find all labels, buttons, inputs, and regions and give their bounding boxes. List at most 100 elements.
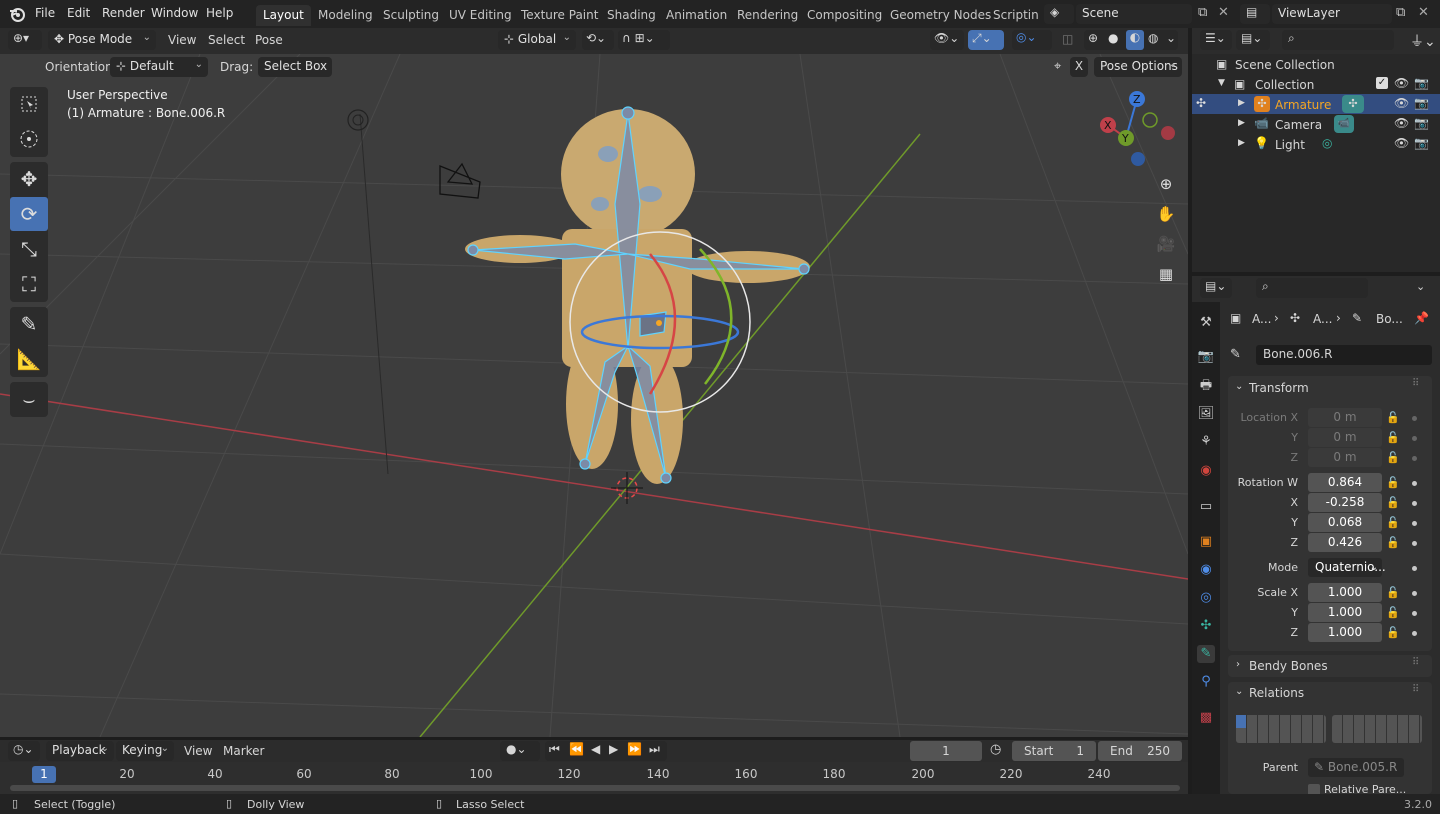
- bone-name-field[interactable]: Bone.006.R: [1256, 345, 1432, 365]
- rotation-z-lock-icon[interactable]: 🔓: [1386, 536, 1400, 549]
- menu-file[interactable]: File: [35, 6, 55, 20]
- bone-tab-icon[interactable]: ✎: [1197, 645, 1215, 663]
- tab-geometry-nodes[interactable]: Geometry Nodes: [883, 5, 998, 26]
- view-layer-selector[interactable]: ▤: [1240, 4, 1270, 24]
- expand-camera-icon[interactable]: ▶: [1238, 118, 1245, 128]
- measure-tool-icon[interactable]: 📐: [10, 342, 48, 376]
- bone-layers-left[interactable]: [1236, 715, 1326, 743]
- menu-render[interactable]: Render: [102, 6, 145, 20]
- rendered-shading-icon[interactable]: ◍: [1148, 31, 1158, 45]
- drag-dropdown[interactable]: Select Box: [258, 57, 332, 77]
- rotation-y-field[interactable]: 0.068: [1308, 513, 1382, 532]
- rotation-z-keyframe-dot[interactable]: [1412, 541, 1417, 546]
- armature-render-camera-icon[interactable]: 📷: [1414, 96, 1429, 110]
- rotation-mode-dropdown[interactable]: Quaternio... ⌄: [1308, 558, 1386, 577]
- scale-y-keyframe-dot[interactable]: [1412, 611, 1417, 616]
- expand-light-icon[interactable]: ▶: [1238, 138, 1245, 148]
- rotation-w-lock-icon[interactable]: 🔓: [1386, 476, 1400, 489]
- overlays-toggle[interactable]: ◎⌄: [1012, 30, 1052, 50]
- object-tab-icon[interactable]: ▣: [1197, 533, 1215, 551]
- rotation-w-keyframe-dot[interactable]: [1412, 481, 1417, 486]
- play-icon[interactable]: ▶: [609, 742, 618, 756]
- tab-rendering[interactable]: Rendering: [730, 5, 805, 26]
- start-frame-field[interactable]: Start 1: [1012, 741, 1096, 761]
- transform-drag-handle-icon[interactable]: ⠿: [1412, 378, 1419, 389]
- location-z-lock-icon[interactable]: 🔓: [1386, 451, 1400, 464]
- move-tool-icon[interactable]: ✥: [10, 162, 48, 196]
- properties-options-chevron-icon[interactable]: ⌄: [1416, 280, 1425, 293]
- location-y-field[interactable]: 0 m: [1308, 428, 1382, 447]
- bone-layers-right[interactable]: [1332, 715, 1422, 743]
- rotate-tool-icon[interactable]: ⟳: [10, 197, 48, 231]
- collection-tab-icon[interactable]: ▭: [1197, 498, 1215, 516]
- physics-tab-icon[interactable]: ◎: [1197, 589, 1215, 607]
- mode-selector[interactable]: ✥ Pose Mode ⌄: [48, 30, 156, 50]
- next-keyframe-icon[interactable]: ⏩: [627, 742, 642, 756]
- 3d-viewport[interactable]: [0, 54, 1188, 737]
- delete-scene-icon[interactable]: ✕: [1218, 5, 1229, 20]
- expand-armature-icon[interactable]: ▶: [1238, 98, 1245, 108]
- cursor-tool-icon[interactable]: [10, 122, 48, 156]
- bendy-bones-drag-handle-icon[interactable]: ⠿: [1412, 657, 1419, 668]
- record-button[interactable]: ●⌄: [500, 741, 540, 761]
- bone-layer-active[interactable]: [1236, 715, 1246, 728]
- bone-constraint-tab-icon[interactable]: ⚲: [1197, 673, 1215, 691]
- render-tab-icon[interactable]: 📷: [1197, 348, 1215, 366]
- transform-tool-icon[interactable]: ⛶: [10, 267, 48, 301]
- parent-field[interactable]: ✎ Bone.005.R: [1308, 758, 1404, 777]
- zoom-icon[interactable]: ⊕: [1153, 171, 1179, 197]
- view-layer-field[interactable]: ViewLayer: [1272, 4, 1392, 24]
- wireframe-shading-icon[interactable]: ⊕: [1088, 31, 1098, 45]
- camera-data-icon[interactable]: 📹: [1334, 115, 1354, 133]
- pan-hand-icon[interactable]: ✋: [1153, 201, 1179, 227]
- location-x-lock-icon[interactable]: 🔓: [1386, 411, 1400, 424]
- texture-tab-icon[interactable]: ▩: [1197, 709, 1215, 727]
- blender-logo-icon[interactable]: [8, 5, 26, 23]
- light-render-camera-icon[interactable]: 📷: [1414, 136, 1429, 150]
- transform-orientation-selector[interactable]: ⊹ Global ⌄: [498, 30, 576, 50]
- gizmo-toggle[interactable]: ⤢⌄: [968, 30, 1004, 50]
- tab-layout[interactable]: Layout: [256, 5, 311, 26]
- timeline-editor-type[interactable]: ◷⌄: [8, 741, 40, 761]
- rotation-x-field[interactable]: -0.258: [1308, 493, 1382, 512]
- collection-label[interactable]: Collection: [1255, 78, 1314, 92]
- collection-render-camera-icon[interactable]: 📷: [1414, 76, 1429, 90]
- timeline-marker-menu[interactable]: Marker: [223, 744, 264, 758]
- world-tab-icon[interactable]: ◉: [1197, 462, 1215, 480]
- view-layer-tab-icon[interactable]: 🖼: [1197, 405, 1215, 423]
- camera-view-icon[interactable]: 🎥: [1153, 231, 1179, 257]
- scene-collection-label[interactable]: Scene Collection: [1235, 58, 1335, 72]
- properties-search-input[interactable]: ⌕: [1256, 278, 1368, 298]
- menu-help[interactable]: Help: [206, 6, 233, 20]
- scale-x-lock-icon[interactable]: 🔓: [1386, 586, 1400, 599]
- outliner-search-input[interactable]: ⌕: [1282, 30, 1394, 50]
- scale-z-lock-icon[interactable]: 🔓: [1386, 626, 1400, 639]
- rotation-mode-keyframe-dot[interactable]: [1412, 566, 1417, 571]
- navigation-gizmo[interactable]: Z X Y: [1096, 88, 1180, 168]
- new-view-layer-icon[interactable]: ⧉: [1396, 5, 1405, 20]
- tab-modeling[interactable]: Modeling: [311, 5, 380, 26]
- x-mirror-toggle[interactable]: X: [1070, 57, 1088, 77]
- relations-title[interactable]: Relations: [1249, 686, 1304, 700]
- pose-menu[interactable]: Pose: [255, 33, 283, 47]
- location-y-lock-icon[interactable]: 🔓: [1386, 431, 1400, 444]
- rotation-x-lock-icon[interactable]: 🔓: [1386, 496, 1400, 509]
- tab-sculpting[interactable]: Sculpting: [376, 5, 446, 26]
- location-z-keyframe-dot[interactable]: [1412, 456, 1417, 461]
- collection-visibility-eye-icon[interactable]: 👁: [1394, 76, 1409, 90]
- scene-tab-icon[interactable]: ⚘: [1197, 433, 1215, 451]
- camera-visibility-eye-icon[interactable]: 👁: [1394, 116, 1409, 130]
- light-label[interactable]: Light: [1275, 138, 1305, 152]
- end-frame-field[interactable]: End 250: [1098, 741, 1182, 761]
- xray-icon[interactable]: ◫: [1062, 32, 1073, 46]
- scale-z-keyframe-dot[interactable]: [1412, 631, 1417, 636]
- annotate-tool-icon[interactable]: ✎: [10, 307, 48, 341]
- transform-collapse-icon[interactable]: ⌄: [1235, 381, 1243, 392]
- scale-y-lock-icon[interactable]: 🔓: [1386, 606, 1400, 619]
- transform-panel-title[interactable]: Transform: [1249, 381, 1309, 395]
- pin-icon[interactable]: 📌: [1414, 311, 1429, 325]
- current-frame-field[interactable]: 1: [910, 741, 982, 761]
- tab-shading[interactable]: Shading: [600, 5, 663, 26]
- rotation-x-keyframe-dot[interactable]: [1412, 501, 1417, 506]
- pose-mode-indicator-icon[interactable]: ✣: [1196, 96, 1206, 110]
